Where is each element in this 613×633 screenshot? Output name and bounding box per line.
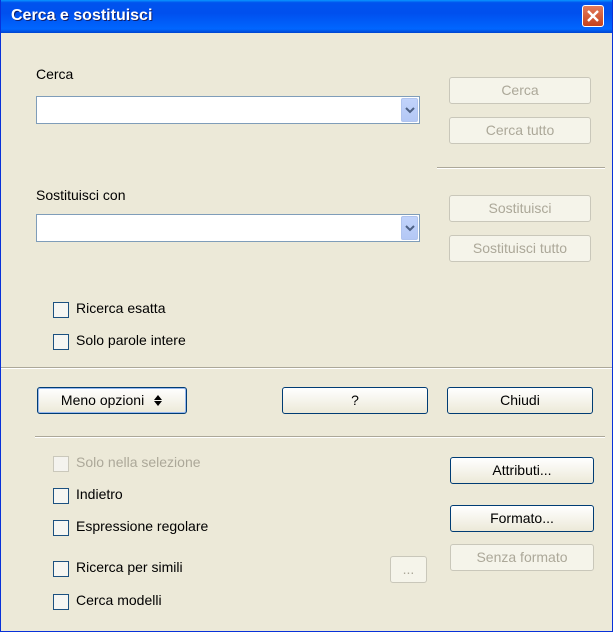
- current-selection-label: Solo nella selezione: [76, 454, 201, 470]
- similarity-label: Ricerca per simili: [76, 559, 183, 575]
- close-window-button[interactable]: [582, 5, 604, 27]
- fewer-options-button[interactable]: Meno opzioni: [37, 387, 187, 414]
- collapse-arrows-icon: [153, 389, 163, 414]
- whole-words-checkbox[interactable]: [53, 334, 69, 350]
- attributes-button[interactable]: Attributi...: [450, 457, 594, 484]
- replace-button[interactable]: Sostituisci: [449, 195, 591, 222]
- search-button[interactable]: Cerca: [449, 77, 591, 104]
- styles-checkbox[interactable]: [53, 594, 69, 610]
- replace-all-button[interactable]: Sostituisci tutto: [449, 235, 591, 262]
- search-all-button[interactable]: Cerca tutto: [449, 117, 591, 144]
- separator: [1, 367, 612, 369]
- title-bar[interactable]: Cerca e sostituisci: [1, 0, 612, 33]
- match-case-label: Ricerca esatta: [76, 300, 166, 316]
- close-button[interactable]: Chiudi: [447, 387, 593, 414]
- no-format-button[interactable]: Senza formato: [450, 544, 594, 571]
- help-button[interactable]: ?: [282, 387, 428, 414]
- replace-label: Sostituisci con: [36, 187, 126, 203]
- search-combobox[interactable]: [36, 96, 420, 124]
- find-replace-dialog: Cerca e sostituisci Cerca Cerca Cerca tu…: [0, 0, 613, 632]
- styles-label: Cerca modelli: [76, 592, 162, 608]
- format-button[interactable]: Formato...: [450, 505, 594, 532]
- backwards-label: Indietro: [76, 486, 123, 502]
- separator: [437, 167, 605, 169]
- search-dropdown-button[interactable]: [401, 98, 418, 122]
- similarity-checkbox[interactable]: [53, 561, 69, 577]
- search-label: Cerca: [36, 66, 74, 82]
- fewer-options-label: Meno opzioni: [60, 392, 145, 408]
- window-title: Cerca e sostituisci: [11, 7, 153, 24]
- whole-words-label: Solo parole intere: [76, 332, 186, 348]
- backwards-checkbox[interactable]: [53, 488, 69, 504]
- similarity-options-button[interactable]: ...: [390, 556, 427, 583]
- separator: [35, 436, 605, 438]
- regex-label: Espressione regolare: [76, 518, 209, 534]
- regex-checkbox[interactable]: [53, 520, 69, 536]
- replace-dropdown-button[interactable]: [401, 216, 418, 240]
- match-case-checkbox[interactable]: [53, 302, 69, 318]
- current-selection-checkbox[interactable]: [53, 456, 69, 472]
- replace-combobox[interactable]: [36, 214, 420, 242]
